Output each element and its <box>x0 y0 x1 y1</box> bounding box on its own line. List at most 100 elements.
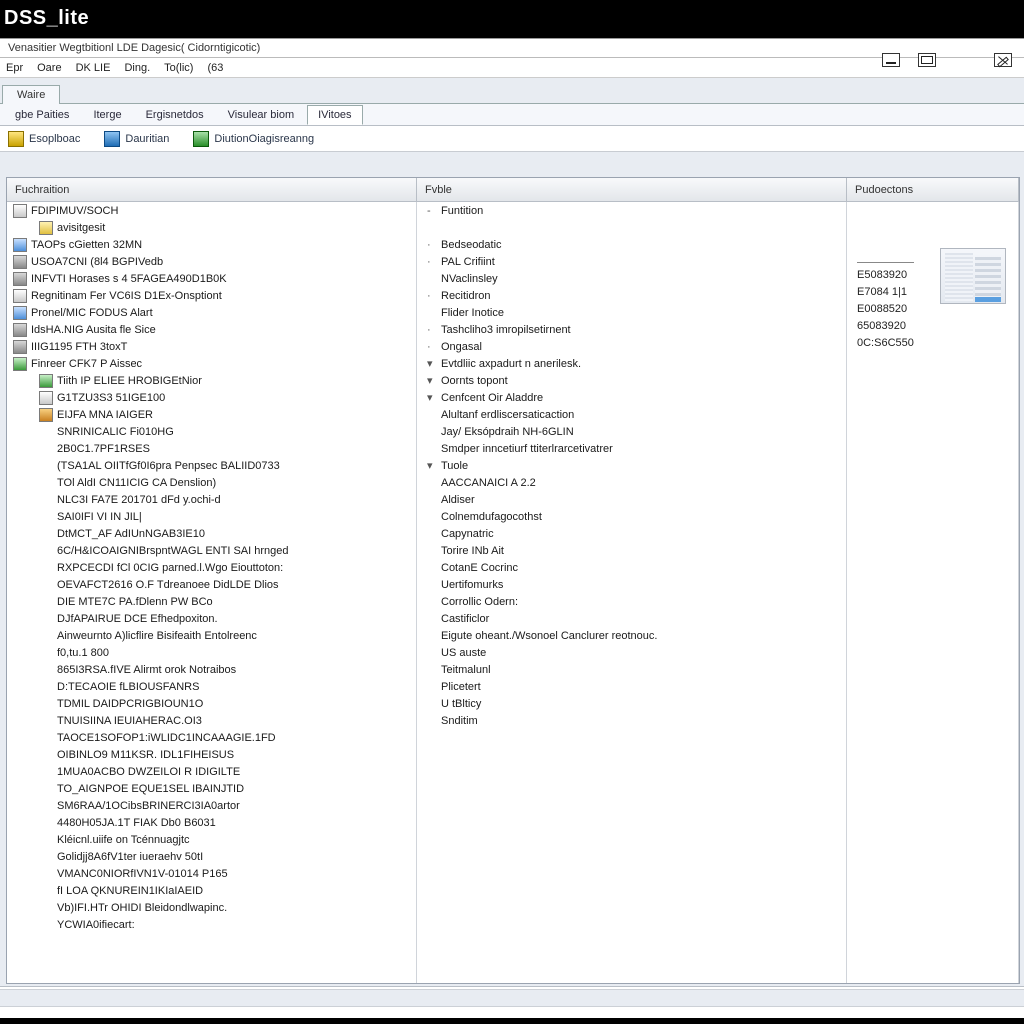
function-item[interactable]: NVaclinsley <box>417 270 846 287</box>
tree-item[interactable]: IIIG1195 FTH 3toxT <box>7 338 416 355</box>
function-item[interactable]: ▾Tuole <box>417 457 846 474</box>
tree-item[interactable]: 4480H05JA.1T FIAK Db0 B6031 <box>7 814 416 831</box>
tree-item[interactable]: OEVAFCT2616 O.F Tdreanoee DidLDE Dlios <box>7 576 416 593</box>
tree-item[interactable]: Finreer CFK7 P Aissec <box>7 355 416 372</box>
function-item[interactable]: ▾Evtdliic axpadurt n anerilesk. <box>417 355 846 372</box>
function-item[interactable]: Flider Inotice <box>417 304 846 321</box>
tree-item[interactable]: Ainweurnto A)licflire Bisifeaith Entolre… <box>7 627 416 644</box>
tree-item[interactable]: (TSA1AL OIITfGf0I6pra Penpsec BALIID0733 <box>7 457 416 474</box>
function-item[interactable]: Plicetert <box>417 678 846 695</box>
function-item[interactable]: Teitmalunl <box>417 661 846 678</box>
function-item[interactable]: US auste <box>417 644 846 661</box>
close-button[interactable] <box>994 53 1012 67</box>
tree-item[interactable]: Pronel/MIC FODUS Alart <box>7 304 416 321</box>
section-tab[interactable]: Iterge <box>82 105 132 125</box>
maximize-button[interactable] <box>918 53 936 67</box>
tree-item[interactable]: SNRINICALIC Fi010HG <box>7 423 416 440</box>
function-item[interactable]: Aldiser <box>417 491 846 508</box>
tree-item[interactable]: RXPCECDI fCl 0CIG parned.l.Wgo Eiouttoto… <box>7 559 416 576</box>
tree-item[interactable]: TAOPs cGietten 32MN <box>7 236 416 253</box>
preview-thumbnail <box>940 248 1006 304</box>
tree-item[interactable]: TNUISIINA IEUIAHERAC.OI3 <box>7 712 416 729</box>
tree-item[interactable]: Golidjj8A6fV1ter iueraehv 50tI <box>7 848 416 865</box>
function-item[interactable]: U tBlticy <box>417 695 846 712</box>
column-header[interactable]: Fuchraition <box>7 178 417 201</box>
column-header[interactable]: Pudoectons <box>847 178 1019 201</box>
function-item[interactable]: Castificlor <box>417 610 846 627</box>
tree-item[interactable]: f0,tu.1 800 <box>7 644 416 661</box>
function-item[interactable]: Eigute oheant./Wsonoel Canclurer reotnou… <box>417 627 846 644</box>
tool-button[interactable]: DiutionOiagisreanng <box>193 131 314 147</box>
tree-item[interactable]: EIJFA MNA IAIGER <box>7 406 416 423</box>
function-item[interactable] <box>417 219 846 236</box>
tree-item[interactable]: TDMIL DAIDPCRIGBIOUN1O <box>7 695 416 712</box>
section-tab[interactable]: Ergisnetdos <box>135 105 215 125</box>
function-item[interactable]: ·Ongasal <box>417 338 846 355</box>
function-item[interactable]: ·Tashcliho3 imropilsetirnent <box>417 321 846 338</box>
function-item[interactable]: Colnemdufagocothst <box>417 508 846 525</box>
tree-item[interactable]: SM6RAA/1OCibsBRINERCI3IA0artor <box>7 797 416 814</box>
tree-item[interactable]: DIE MTE7C PA.fDlenn PW BCo <box>7 593 416 610</box>
tree-item[interactable]: SAI0IFI VI IN JIL| <box>7 508 416 525</box>
function-item[interactable]: -Funtition <box>417 202 846 219</box>
tree-item[interactable]: DJfAPAIRUE DCE Efhedpoxiton. <box>7 610 416 627</box>
function-item[interactable]: ▾Oornts topont <box>417 372 846 389</box>
function-item[interactable]: Capynatric <box>417 525 846 542</box>
section-tab[interactable]: IVitoes <box>307 105 362 125</box>
function-item[interactable]: Smdper inncetiurf ttiterlrarcetivatrer <box>417 440 846 457</box>
tree-item[interactable]: FDIPIMUV/SOCH <box>7 202 416 219</box>
tree-item[interactable]: DtMCT_AF AdIUnNGAB3IE10 <box>7 525 416 542</box>
tree-item[interactable]: D:TECAOIE fLBIOUSFANRS <box>7 678 416 695</box>
tree-item[interactable]: Vb)IFI.HTr OHIDI Bleidondlwapinc. <box>7 899 416 916</box>
tree-item[interactable]: Tiith IP ELIEE HROBIGEtNior <box>7 372 416 389</box>
menu-item[interactable]: Ding. <box>124 62 150 74</box>
tree-item[interactable]: INFVTI Horases s 4 5FAGEA490D1B0K <box>7 270 416 287</box>
menu-item[interactable]: (63 <box>207 62 223 74</box>
function-item[interactable]: ·Bedseodatic <box>417 236 846 253</box>
tree-label: TNUISIINA IEUIAHERAC.OI3 <box>57 715 202 727</box>
tree-item[interactable]: NLC3I FA7E 201701 dFd y.ochi-d <box>7 491 416 508</box>
function-item[interactable]: Alultanf erdliscersaticaction <box>417 406 846 423</box>
tree-item[interactable]: YCWIA0ifiecart: <box>7 916 416 933</box>
function-label: NVaclinsley <box>441 273 498 285</box>
tree-item[interactable]: Regnitinam Fer VC6IS D1Ex-Onsptiont <box>7 287 416 304</box>
menu-item[interactable]: Epr <box>6 62 23 74</box>
tree-item[interactable]: fI LOA QKNUREIN1IKIaIAEID <box>7 882 416 899</box>
tree-item[interactable]: OIBINLO9 M11KSR. IDL1FIHEISUS <box>7 746 416 763</box>
tree-item[interactable]: TOl AldI CN11ICIG CA Denslion) <box>7 474 416 491</box>
function-item[interactable]: Corrollic Odern: <box>417 593 846 610</box>
tool-button[interactable]: Dauritian <box>104 131 169 147</box>
status-bar <box>0 986 1024 1018</box>
tree-item[interactable]: 6C/H&ICOAIGNIBrspntWAGL ENTI SAI hrnged <box>7 542 416 559</box>
function-item[interactable]: ▾Cenfcent Oir Aladdre <box>417 389 846 406</box>
tree-item[interactable]: IdsHA.NIG Ausita fle Sice <box>7 321 416 338</box>
menu-item[interactable]: DK LIE <box>76 62 111 74</box>
function-item[interactable]: Uertifomurks <box>417 576 846 593</box>
function-item[interactable]: AACCANAICI A 2.2 <box>417 474 846 491</box>
column-header[interactable]: Fvble <box>417 178 847 201</box>
menu-item[interactable]: Oare <box>37 62 61 74</box>
tree-item[interactable]: 1MUA0ACBO DWZEILOI R IDIGILTE <box>7 763 416 780</box>
tree-item[interactable]: 865I3RSA.fIVE Alirmt orok Notraibos <box>7 661 416 678</box>
function-item[interactable]: ·Recitidron <box>417 287 846 304</box>
tree-item[interactable]: 2B0C1.7PF1RSES <box>7 440 416 457</box>
function-item[interactable]: Torire INb Ait <box>417 542 846 559</box>
minimize-button[interactable] <box>882 53 900 67</box>
section-tab[interactable]: Visulear biom <box>217 105 305 125</box>
tree-item[interactable]: avisitgesit <box>7 219 416 236</box>
tree-item[interactable]: G1TZU3S3 51IGE100 <box>7 389 416 406</box>
section-tab[interactable]: gbe Paities <box>4 105 80 125</box>
tree-item[interactable]: TO_AIGNPOE EQUE1SEL IBAINJTID <box>7 780 416 797</box>
tool-button[interactable]: Esoplboac <box>8 131 80 147</box>
menu-item[interactable]: To(lic) <box>164 62 193 74</box>
caret-icon: ▾ <box>427 459 435 472</box>
tree-item[interactable]: Kléicnl.uiife on Tcénnuagjtc <box>7 831 416 848</box>
function-item[interactable]: Snditim <box>417 712 846 729</box>
tree-item[interactable]: TAOCE1SOFOP1:iWLIDC1INCAAAGIE.1FD <box>7 729 416 746</box>
function-item[interactable]: Jay/ Eksópdraih NH-6GLIN <box>417 423 846 440</box>
tree-item[interactable]: USOA7CNI (8l4 BGPIVedb <box>7 253 416 270</box>
tree-item[interactable]: VMANC0NIORfIVN1V-01014 P165 <box>7 865 416 882</box>
function-item[interactable]: ·PAL Crifiint <box>417 253 846 270</box>
document-tab[interactable]: Waire <box>2 85 60 104</box>
function-item[interactable]: CotanE Cocrinc <box>417 559 846 576</box>
